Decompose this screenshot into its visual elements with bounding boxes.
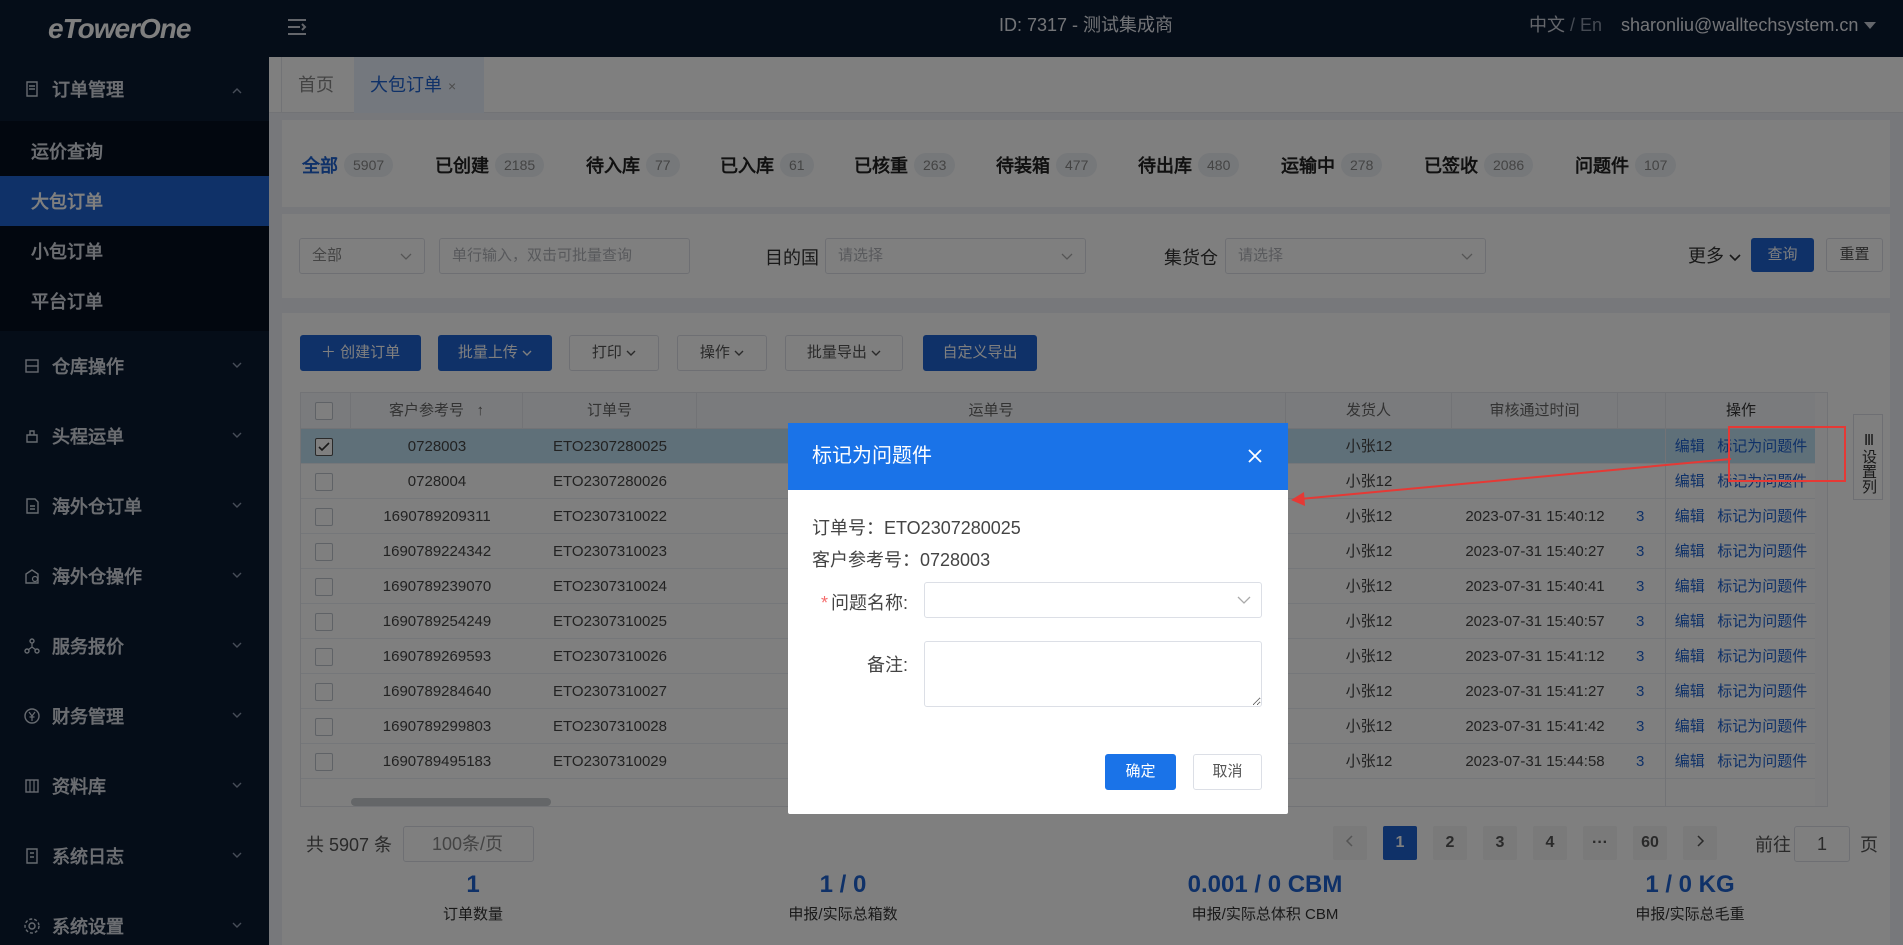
info-label: 客户参考号：: [812, 550, 920, 570]
info-value: 0728003: [920, 550, 991, 570]
chevron-down-icon: [1237, 596, 1251, 604]
info-label: 订单号：: [812, 518, 884, 538]
problem-name-select[interactable]: [924, 582, 1262, 618]
customer-ref-info: 客户参考号：0728003: [812, 546, 990, 572]
dialog-title: 标记为问题件: [812, 445, 932, 467]
info-value: ETO2307280025: [884, 518, 1021, 538]
remark-label: 备注:: [866, 655, 908, 675]
field-label: 问题名称:: [830, 593, 908, 613]
remark-textarea[interactable]: [924, 641, 1262, 707]
close-icon[interactable]: [1248, 449, 1262, 463]
problem-name-label: * 问题名称:: [808, 589, 908, 615]
mark-problem-dialog: 标记为问题件 订单号：ETO2307280025 客户参考号：0728003 *…: [788, 423, 1288, 814]
dialog-header: 标记为问题件: [788, 423, 1288, 490]
cancel-button[interactable]: 取消: [1193, 754, 1262, 790]
confirm-button[interactable]: 确定: [1105, 754, 1176, 790]
required-mark: *: [820, 593, 828, 613]
order-number-info: 订单号：ETO2307280025: [812, 514, 1021, 540]
